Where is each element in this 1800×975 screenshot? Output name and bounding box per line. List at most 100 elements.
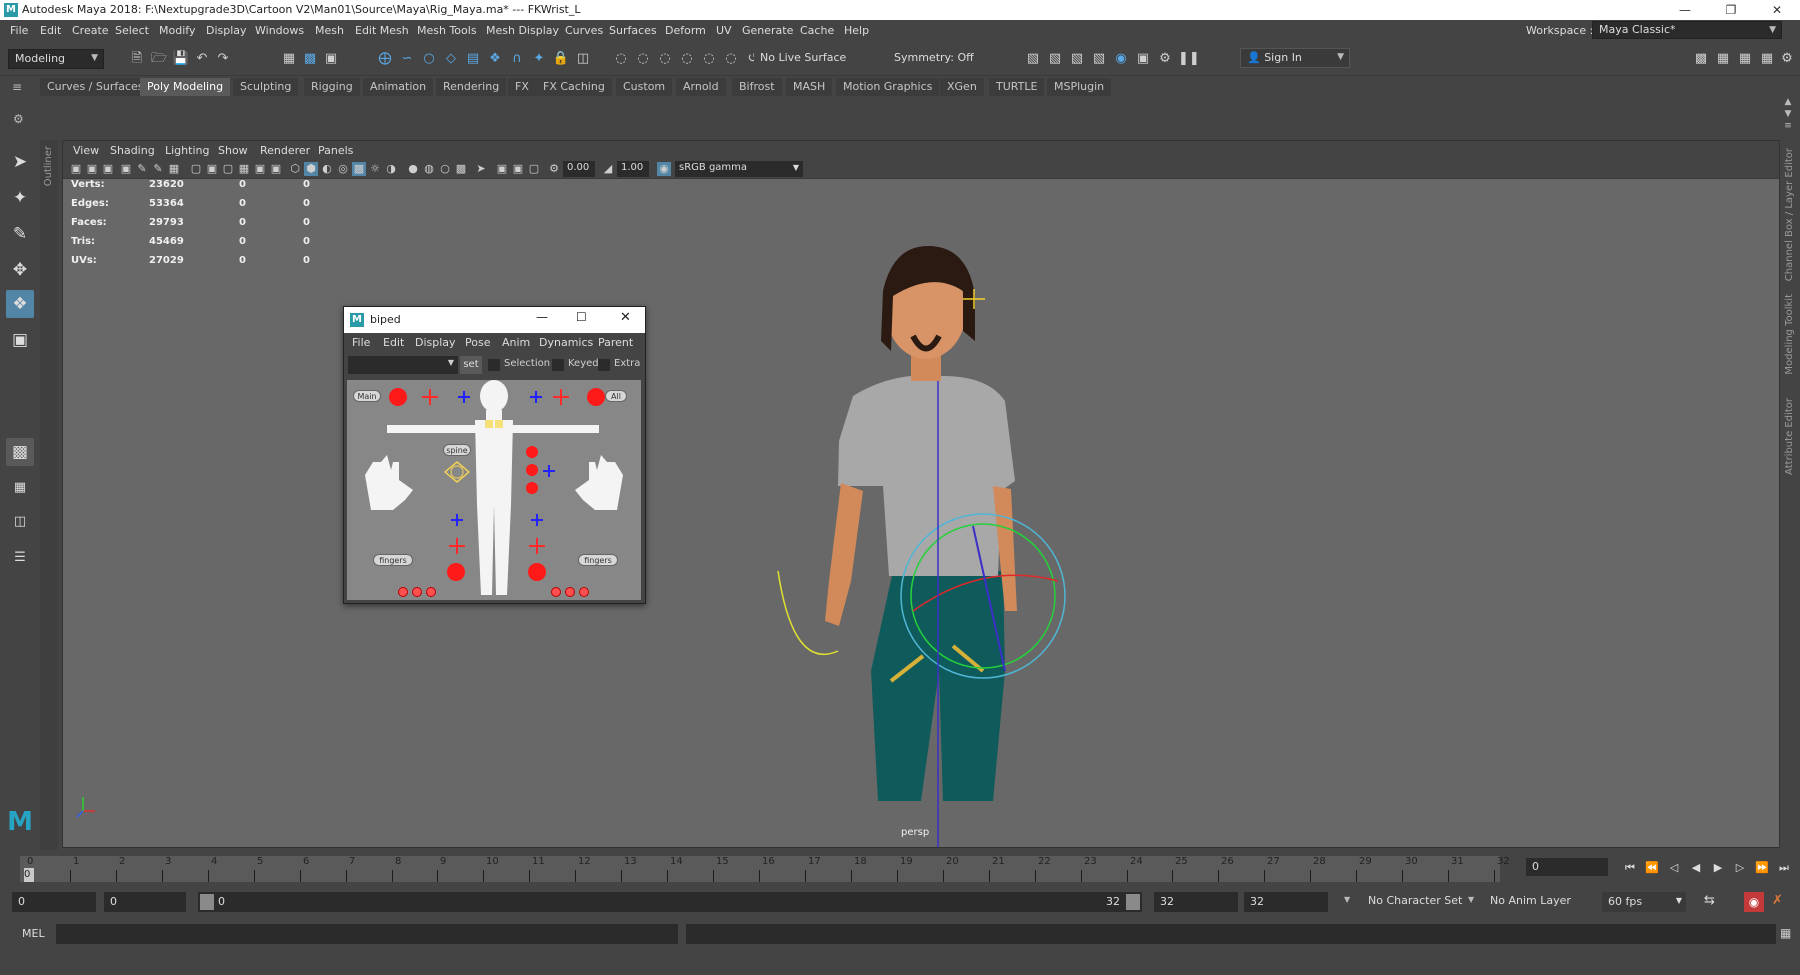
snap-curve-icon[interactable]: ∽	[398, 50, 416, 68]
safe-action-icon[interactable]: ▣	[253, 162, 267, 176]
wireframe-icon[interactable]: ⬡	[288, 162, 302, 176]
selection-checkbox[interactable]	[488, 359, 500, 371]
fingers-left-button[interactable]: fingers	[578, 554, 618, 566]
playback-start-field[interactable]: 0	[104, 892, 186, 912]
biped-menu-parent[interactable]: Parent	[598, 336, 633, 349]
outliner-label[interactable]: Outliner	[43, 146, 54, 186]
play-backwards-icon[interactable]: ◀	[1688, 860, 1704, 876]
construction-history-icon[interactable]: ◫	[574, 50, 592, 68]
shelf-tab-mash[interactable]: MASH	[786, 78, 833, 96]
snap-vertex-icon[interactable]: ✦	[530, 50, 548, 68]
menu-edit[interactable]: Edit	[40, 24, 61, 37]
resolution-gate-icon[interactable]: ▣	[205, 162, 219, 176]
menu-file[interactable]: File	[10, 24, 28, 37]
close-icon[interactable]: ✕	[620, 310, 631, 325]
chest-button[interactable]	[526, 446, 538, 458]
safe-title-icon[interactable]: ▣	[269, 162, 283, 176]
channel-box-tab[interactable]: Channel Box / Layer Editor	[1784, 148, 1795, 281]
knee-left-pole-button[interactable]	[531, 514, 543, 526]
select-hierarchy-icon[interactable]: ▦	[280, 50, 298, 68]
select-tool-icon[interactable]: ➤	[6, 148, 34, 176]
render-settings-icon[interactable]: ◌	[656, 50, 674, 68]
rotate-tool-icon[interactable]: ❖	[6, 290, 34, 318]
vp-menu-lighting[interactable]: Lighting	[165, 144, 209, 157]
script-editor-icon[interactable]: ▦	[1780, 926, 1796, 942]
snap-magnet-icon[interactable]: ∩	[508, 50, 526, 68]
menu-mesh-tools[interactable]: Mesh Tools	[417, 24, 477, 37]
color-management-icon[interactable]: ◉	[657, 162, 671, 176]
extra-checkbox[interactable]	[598, 359, 610, 371]
menu-curves[interactable]: Curves	[565, 24, 603, 37]
ik-foot-right-button[interactable]	[447, 563, 465, 581]
sign-in-button[interactable]: 👤 Sign In ▼	[1240, 48, 1350, 68]
render-globals-icon[interactable]: ▧	[1090, 50, 1108, 68]
shelf-tab-xgen[interactable]: XGen	[940, 78, 984, 96]
shelf-menu-icon[interactable]: ≡	[12, 80, 32, 94]
2d-pan-icon[interactable]: ✎	[135, 162, 149, 176]
auto-key-icon[interactable]: ◉	[1744, 892, 1764, 912]
isolate-select-icon[interactable]: ➤	[474, 162, 488, 176]
menu-uv[interactable]: UV	[716, 24, 732, 37]
biped-menu-display[interactable]: Display	[415, 336, 456, 349]
biped-menu-anim[interactable]: Anim	[502, 336, 530, 349]
live-surface-field[interactable]: No Live Surface	[754, 49, 849, 69]
snap-live-icon[interactable]: ❖	[486, 50, 504, 68]
modeling-toolkit-toggle-icon[interactable]: ▩	[1692, 50, 1710, 68]
shelf-tab-fx-caching[interactable]: FX Caching	[536, 78, 612, 96]
field-chart-icon[interactable]: ▦	[237, 162, 251, 176]
workspace-dropdown[interactable]: Maya Classic* ▼	[1592, 21, 1782, 39]
menu-display[interactable]: Display	[206, 24, 247, 37]
camera-attributes-icon[interactable]: ▣	[85, 162, 99, 176]
current-frame-field[interactable]: 0	[1526, 858, 1608, 876]
restore-icon[interactable]: ☐	[576, 310, 587, 324]
close-icon[interactable]: ✕	[1754, 0, 1800, 20]
vp-menu-view[interactable]: View	[73, 144, 99, 157]
anim-prefs-icon[interactable]: ✗	[1772, 893, 1790, 911]
minimize-icon[interactable]: —	[536, 310, 548, 324]
shelf-tab-poly-modeling[interactable]: Poly Modeling	[140, 78, 231, 96]
symmetry-field[interactable]: Symmetry: Off	[888, 49, 974, 69]
go-to-end-icon[interactable]: ⏭	[1776, 860, 1792, 876]
menu-mesh[interactable]: Mesh	[315, 24, 344, 37]
menu-help[interactable]: Help	[844, 24, 869, 37]
step-back-key-icon[interactable]: ⏪	[1644, 860, 1660, 876]
menu-modify[interactable]: Modify	[159, 24, 195, 37]
image-plane-icon[interactable]: ▣	[119, 162, 133, 176]
xray-joints-icon[interactable]: ▣	[511, 162, 525, 176]
shelf-tab-rendering[interactable]: Rendering	[436, 78, 507, 96]
menu-deform[interactable]: Deform	[665, 24, 706, 37]
spine-button[interactable]: spine	[443, 444, 471, 456]
go-to-start-icon[interactable]: ⏮	[1622, 860, 1638, 876]
new-scene-icon[interactable]: 🗎	[128, 50, 146, 68]
smooth-shade-icon[interactable]: ⬢	[304, 162, 318, 176]
minimize-icon[interactable]: —	[1662, 0, 1708, 20]
biped-menu-file[interactable]: File	[352, 336, 370, 349]
range-end-handle[interactable]	[1126, 894, 1140, 910]
menuset-dropdown[interactable]: Modeling ▼	[8, 49, 104, 69]
vp-menu-panels[interactable]: Panels	[318, 144, 353, 157]
grease-pencil-icon[interactable]: ✎	[151, 162, 165, 176]
biped-menu-edit[interactable]: Edit	[383, 336, 404, 349]
render-frame-icon[interactable]: ▣	[1134, 50, 1152, 68]
gamma-icon[interactable]: ◢	[601, 162, 615, 176]
fps-dropdown[interactable]: 60 fps ▼	[1602, 892, 1686, 912]
current-time-indicator[interactable]: 0	[24, 868, 34, 882]
scale-tool-icon[interactable]: ▣	[6, 326, 34, 354]
time-slider-track[interactable]: 0 1 2 3 4 5 6 7 8 9 10 11 12 13 14 15 16 17 18 19 20 21 22 23 24…	[20, 856, 1510, 882]
snapshot-icon[interactable]: ▧	[1024, 50, 1042, 68]
xray-icon[interactable]: ▣	[495, 162, 509, 176]
lock-icon[interactable]: 🔒	[552, 50, 570, 68]
biped-menu-pose[interactable]: Pose	[465, 336, 490, 349]
undo-icon[interactable]: ↶	[193, 50, 211, 68]
render-icon[interactable]: ◌	[612, 50, 630, 68]
tool-settings-toggle-icon[interactable]: ▦	[1736, 50, 1754, 68]
snap-grid-icon[interactable]: ⨁	[376, 50, 394, 68]
menu-edit-mesh[interactable]: Edit Mesh	[355, 24, 409, 37]
anti-aliasing-icon[interactable]: ○	[438, 162, 452, 176]
modeling-toolkit-tab[interactable]: Modeling Toolkit	[1784, 294, 1795, 375]
biped-menu-dynamics[interactable]: Dynamics	[539, 336, 593, 349]
film-gate-icon[interactable]: ▢	[189, 162, 203, 176]
biped-title-bar[interactable]: M biped — ☐ ✕	[344, 307, 645, 333]
xray-active-icon[interactable]: ▢	[527, 162, 541, 176]
screen-space-ao-icon[interactable]: ●	[406, 162, 420, 176]
